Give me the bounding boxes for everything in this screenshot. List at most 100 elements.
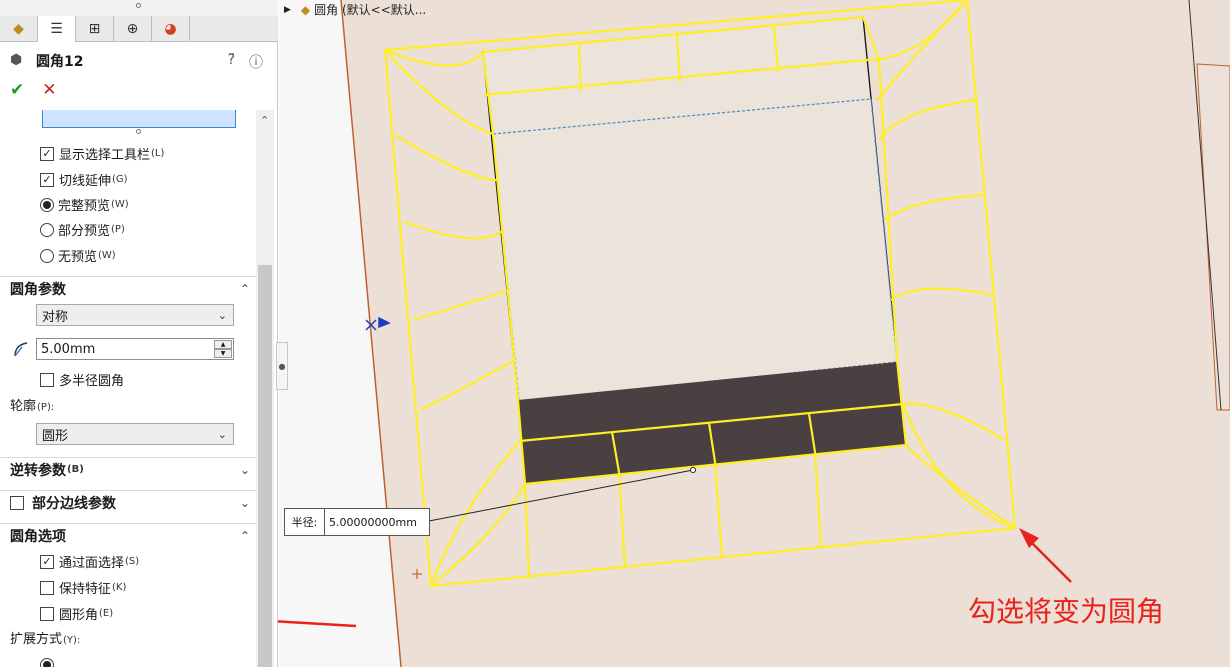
setback-params-section-header[interactable]: 逆转参数 (B) ⌄ — [0, 457, 256, 481]
dimxpert-icon: ⊕ — [126, 21, 139, 37]
partial-edge-params-title: 部分边线参数 — [32, 495, 116, 512]
radius-callout-label: 半径: — [285, 509, 325, 535]
show-selection-toolbar-label: 显示选择工具栏 — [59, 148, 151, 163]
list-resize-handle[interactable] — [136, 129, 141, 134]
header-icons: ?̈ ⓘ — [228, 52, 263, 72]
ok-cancel-row: ✔ ✕ — [10, 80, 57, 100]
radius-icon — [14, 342, 28, 357]
round-corners-checkbox[interactable] — [40, 606, 54, 621]
fillet-options-section-header[interactable]: 圆角选项 ⌃ — [0, 523, 256, 547]
setback-params-title: 逆转参数 — [10, 462, 66, 479]
partial-preview-label: 部分预览 — [58, 224, 111, 239]
configuration-manager-icon: ⊞ — [88, 21, 101, 37]
round-corners-option[interactable]: 圆形角 (E) — [40, 604, 113, 623]
callout-leader-end — [690, 467, 696, 473]
profile-label: 轮廓(P): — [10, 395, 54, 414]
partial-preview-radio[interactable] — [40, 222, 54, 237]
chevron-down-icon[interactable]: ⌄ — [240, 463, 250, 477]
no-preview-option[interactable]: 无预览 (W) — [40, 246, 116, 265]
graphics-viewport[interactable] — [279, 0, 1230, 667]
setback-params-key: (B) — [67, 464, 84, 475]
select-through-faces-key: (S) — [125, 556, 140, 567]
help-icon[interactable]: ⓘ — [249, 52, 263, 72]
chevron-down-icon[interactable]: ⌄ — [240, 496, 250, 510]
full-preview-key: (W) — [111, 199, 129, 210]
overflow-type-text: 扩展方式 — [10, 632, 63, 647]
partial-preview-option[interactable]: 部分预览 (P) — [40, 220, 125, 239]
panel-scroll-area[interactable]: ✓ 显示选择工具栏 (L) ✓ 切线延伸 (G) 完整预览 (W) 部分预览 (… — [0, 110, 256, 667]
round-corners-key: (E) — [99, 608, 114, 619]
detailed-preview-icon[interactable]: ?̈ — [228, 52, 235, 72]
multi-radius-checkbox[interactable] — [40, 372, 54, 387]
no-preview-key: (W) — [98, 250, 116, 261]
tab-property-manager[interactable]: ☰ — [38, 16, 76, 42]
keep-features-option[interactable]: 保持特征 (K) — [40, 578, 126, 597]
select-through-faces-label: 通过面选择 — [59, 556, 125, 571]
chevron-up-icon[interactable]: ⌃ — [240, 282, 250, 296]
default-overflow-option[interactable] — [40, 658, 58, 667]
expand-triangle-icon[interactable]: ▶ — [284, 5, 291, 15]
radius-spinner[interactable]: ▲ ▼ — [214, 340, 232, 358]
partial-edge-params-checkbox[interactable] — [10, 495, 24, 510]
keep-features-checkbox[interactable] — [40, 580, 54, 595]
fillet-params-section-header[interactable]: 圆角参数 ⌃ — [0, 276, 256, 300]
items-to-fillet-list[interactable] — [42, 110, 236, 128]
show-selection-toolbar-option[interactable]: ✓ 显示选择工具栏 (L) — [40, 144, 164, 163]
panel-collapse-handle[interactable]: ● — [276, 342, 288, 390]
show-selection-toolbar-key: (L) — [151, 148, 165, 159]
property-manager-panel: ◆ ☰ ⊞ ⊕ ◕ ⬢ 圆角12 ?̈ ⓘ ✔ ✕ ✓ 显示选择工具栏 (L) — [0, 0, 278, 667]
full-preview-radio[interactable] — [40, 197, 54, 212]
tab-display-manager[interactable]: ◕ — [152, 16, 190, 42]
panel-scrollbar[interactable]: ⌃ — [256, 110, 274, 667]
radius-value: 5.00mm — [41, 341, 96, 357]
panel-top-strip — [0, 0, 278, 16]
fillet-params-title: 圆角参数 — [10, 281, 66, 298]
splitter-dot[interactable] — [136, 3, 141, 8]
multi-radius-label: 多半径圆角 — [59, 374, 125, 389]
symmetric-dropdown[interactable]: 对称 ⌄ — [36, 304, 234, 326]
tab-configuration-manager[interactable]: ⊞ — [76, 16, 114, 42]
keep-features-label: 保持特征 — [59, 582, 112, 597]
profile-key: (P): — [37, 402, 55, 413]
multi-radius-option[interactable]: 多半径圆角 — [40, 370, 124, 389]
full-preview-option[interactable]: 完整预览 (W) — [40, 195, 129, 214]
chevron-up-icon[interactable]: ⌃ — [240, 529, 250, 543]
cancel-x-icon[interactable]: ✕ — [42, 80, 56, 100]
annotation-text: 勾选将变为圆角 — [968, 595, 1165, 628]
no-preview-label: 无预览 — [58, 250, 98, 265]
tangent-propagation-option[interactable]: ✓ 切线延伸 (G) — [40, 170, 128, 189]
overflow-type-label: 扩展方式(Y): — [10, 628, 80, 647]
feature-title: 圆角12 — [36, 54, 84, 70]
model-preview[interactable] — [279, 0, 1230, 667]
round-corners-label: 圆形角 — [59, 608, 99, 623]
feature-manager-icon: ◆ — [13, 21, 24, 37]
profile-dropdown[interactable]: 圆形 ⌄ — [36, 423, 234, 445]
pocket-floor — [492, 98, 898, 402]
scrollbar-thumb[interactable] — [258, 265, 272, 667]
breadcrumb-text: 圆角 (默认<<默认... — [314, 3, 427, 17]
feature-tree-breadcrumb[interactable]: ▶ ◆ 圆角 (默认<<默认... — [284, 1, 426, 18]
scroll-up-icon[interactable]: ⌃ — [260, 114, 269, 127]
radius-input[interactable]: 5.00mm ▲ ▼ — [36, 338, 234, 360]
tab-dimxpert[interactable]: ⊕ — [114, 16, 152, 42]
select-through-faces-option[interactable]: ✓ 通过面选择 (S) — [40, 552, 139, 571]
tangent-propagation-label: 切线延伸 — [59, 174, 112, 189]
ok-checkmark-icon[interactable]: ✔ — [10, 80, 24, 100]
keep-features-key: (K) — [112, 582, 127, 593]
select-through-faces-checkbox[interactable]: ✓ — [40, 554, 54, 569]
partial-preview-key: (P) — [111, 224, 125, 235]
no-preview-radio[interactable] — [40, 248, 54, 263]
default-overflow-radio[interactable] — [40, 658, 54, 667]
fillet-feature-icon: ⬢ — [10, 52, 23, 68]
tangent-propagation-key: (G) — [112, 174, 128, 185]
show-selection-toolbar-checkbox[interactable]: ✓ — [40, 146, 54, 161]
radius-callout[interactable]: 半径: 5.00000000mm — [284, 508, 430, 536]
profile-label-text: 轮廓 — [10, 399, 37, 414]
manager-tabs: ◆ ☰ ⊞ ⊕ ◕ — [0, 16, 278, 42]
tangent-propagation-checkbox[interactable]: ✓ — [40, 172, 54, 187]
partial-edge-params-section-header[interactable]: 部分边线参数 ⌄ — [0, 490, 256, 514]
profile-value: 圆形 — [42, 428, 69, 444]
radius-callout-value[interactable]: 5.00000000mm — [325, 509, 429, 535]
tab-feature-manager[interactable]: ◆ — [0, 16, 38, 42]
part-icon: ◆ — [300, 2, 311, 17]
